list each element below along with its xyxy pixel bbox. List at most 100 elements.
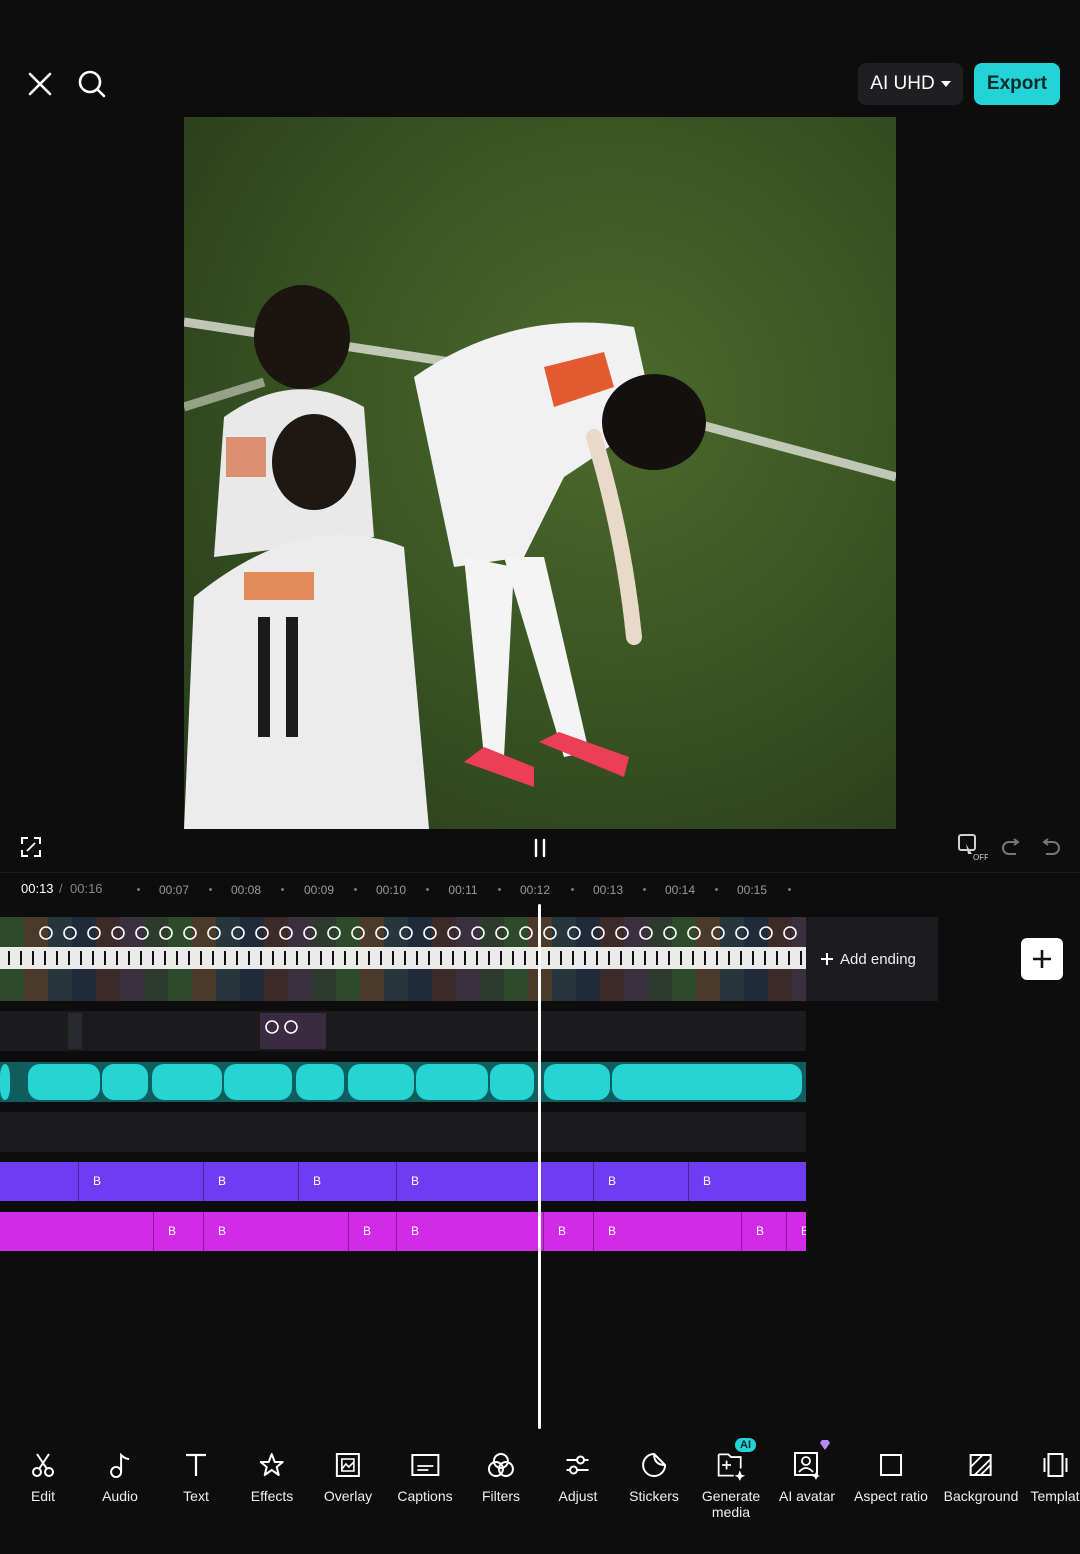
redo-button[interactable] xyxy=(1038,834,1064,860)
effect-b-segment-label: B xyxy=(168,1224,177,1238)
tick-dot xyxy=(354,888,357,891)
ai-badge: AI xyxy=(735,1438,756,1452)
beat-marker xyxy=(44,951,46,965)
sticker-icon xyxy=(639,1450,669,1480)
beat-marker xyxy=(572,951,574,965)
tool-label: Text xyxy=(183,1488,209,1504)
main-video-track[interactable] xyxy=(0,917,806,1001)
effect-b-segment-label: B xyxy=(801,1224,806,1238)
beat-marker xyxy=(668,951,670,965)
tool-aspect-ratio[interactable]: Aspect ratio xyxy=(854,1450,928,1504)
effect-b-segment[interactable]: B xyxy=(741,1212,786,1251)
background-icon xyxy=(966,1450,996,1480)
audio-wave-segment xyxy=(28,1064,100,1100)
audio-wave-segment xyxy=(224,1064,292,1100)
tool-label: Aspect ratio xyxy=(854,1488,928,1504)
effect-a-segment[interactable]: B xyxy=(688,1162,806,1201)
close-button[interactable] xyxy=(22,66,58,102)
tool-template[interactable]: Templat xyxy=(1030,1450,1080,1504)
effect-b-segment-label: B xyxy=(218,1224,227,1238)
tool-background[interactable]: Background xyxy=(944,1450,1018,1504)
pause-icon xyxy=(534,838,546,858)
tool-audio[interactable]: Audio xyxy=(102,1450,138,1504)
tick-dot xyxy=(426,888,429,891)
tool-generate-media[interactable]: AI Generate media xyxy=(696,1438,766,1520)
effect-b-segment[interactable]: B xyxy=(348,1212,396,1251)
pause-button[interactable] xyxy=(526,834,554,862)
beat-marker xyxy=(488,951,490,965)
audio-wave-segment xyxy=(416,1064,488,1100)
effect-b-segment[interactable]: B xyxy=(786,1212,806,1251)
beat-marker xyxy=(68,951,70,965)
beat-marker xyxy=(356,951,358,965)
empty-track[interactable] xyxy=(0,1112,806,1152)
beat-marker xyxy=(656,951,658,965)
tool-overlay[interactable]: Overlay xyxy=(324,1450,372,1504)
effect-a-segment[interactable]: B xyxy=(203,1162,298,1201)
tool-captions[interactable]: Captions xyxy=(397,1450,453,1504)
tool-effects[interactable]: Effects xyxy=(251,1450,293,1504)
overlay-track[interactable] xyxy=(0,1011,806,1051)
beat-marker xyxy=(332,951,334,965)
tick-label: 00:15 xyxy=(736,883,768,897)
tool-filters[interactable]: Filters xyxy=(482,1450,520,1504)
effect-track-a[interactable]: BBBBBB xyxy=(0,1162,806,1201)
tool-adjust[interactable]: Adjust xyxy=(559,1450,597,1504)
effect-b-segment[interactable]: B xyxy=(593,1212,741,1251)
effect-track-b[interactable]: BBBBBBBB xyxy=(0,1212,806,1251)
plus-icon xyxy=(1033,950,1051,968)
effect-a-segment[interactable]: B xyxy=(298,1162,396,1201)
add-clip-button[interactable] xyxy=(1021,938,1063,980)
effect-b-segment[interactable]: B xyxy=(203,1212,348,1251)
close-icon xyxy=(28,72,52,96)
tick-dot xyxy=(137,888,140,891)
tool-edit[interactable]: Edit xyxy=(28,1450,58,1504)
tool-label: Generate media xyxy=(701,1488,761,1520)
search-icon xyxy=(78,70,106,98)
effect-a-segment[interactable]: B xyxy=(396,1162,593,1201)
tool-label: Stickers xyxy=(629,1488,679,1504)
effect-b-segment[interactable]: B xyxy=(153,1212,203,1251)
effect-b-segment[interactable]: B xyxy=(543,1212,593,1251)
beat-marker xyxy=(692,951,694,965)
beat-marker xyxy=(476,951,478,965)
export-button[interactable]: Export xyxy=(974,63,1060,105)
filters-icon xyxy=(486,1450,516,1480)
timeline-ruler[interactable]: 00:13 / 00:16 00:07 00:08 00:09 00:10 00… xyxy=(0,872,1080,906)
beat-marker xyxy=(620,951,622,965)
beat-marker xyxy=(188,951,190,965)
beat-marker xyxy=(788,951,790,965)
beat-marker xyxy=(704,951,706,965)
tool-text[interactable]: Text xyxy=(181,1450,211,1504)
keyframe-off-button[interactable]: OFF xyxy=(956,832,988,862)
video-preview[interactable] xyxy=(184,117,896,829)
tick-dot xyxy=(643,888,646,891)
add-ending-button[interactable]: Add ending xyxy=(806,917,938,1001)
text-icon xyxy=(181,1450,211,1480)
undo-button[interactable] xyxy=(998,834,1024,860)
music-note-icon xyxy=(105,1450,135,1480)
fullscreen-button[interactable] xyxy=(18,834,44,860)
playhead[interactable] xyxy=(538,904,541,1429)
tool-label: Audio xyxy=(102,1488,138,1504)
beat-marker xyxy=(176,951,178,965)
audio-track[interactable] xyxy=(0,1062,806,1102)
quality-dropdown[interactable]: AI UHD xyxy=(858,63,963,105)
tick-label: 00:14 xyxy=(664,883,696,897)
search-button[interactable] xyxy=(74,66,110,102)
beat-marker xyxy=(32,951,34,965)
add-ending-label: Add ending xyxy=(840,950,916,968)
beat-marker xyxy=(632,951,634,965)
tool-ai-avatar[interactable]: AI avatar xyxy=(779,1440,835,1504)
tool-stickers[interactable]: Stickers xyxy=(629,1450,679,1504)
beat-marker xyxy=(440,951,442,965)
generate-media-icon: AI xyxy=(716,1438,756,1481)
beat-marker xyxy=(8,951,10,965)
beat-marker xyxy=(128,951,130,965)
effect-b-segment[interactable]: B xyxy=(396,1212,543,1251)
effect-a-segment-label: B xyxy=(703,1174,712,1188)
effect-a-segment[interactable]: B xyxy=(78,1162,203,1201)
effect-a-segment[interactable]: B xyxy=(593,1162,688,1201)
beat-marker xyxy=(428,951,430,965)
tool-label: Templat xyxy=(1030,1488,1080,1504)
